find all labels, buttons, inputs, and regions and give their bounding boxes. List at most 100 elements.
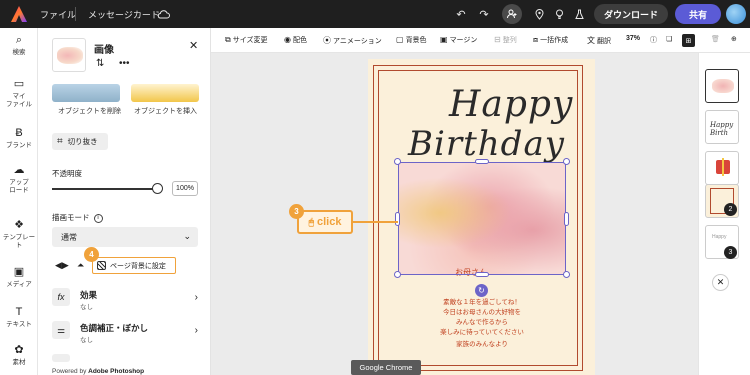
resize-handle-right[interactable] — [564, 212, 569, 226]
selection-box[interactable] — [398, 162, 566, 275]
page-thumbnail-3[interactable] — [705, 151, 739, 185]
message-line[interactable]: 素敵な１年を過ごしてね！ — [398, 296, 566, 306]
rail-item-media[interactable]: ▣ メディア — [0, 266, 38, 289]
opacity-slider-knob[interactable] — [152, 183, 163, 194]
margin-tool[interactable]: ▣ マージン — [440, 35, 477, 45]
layers-icon[interactable]: ❏ — [666, 35, 672, 43]
rail-item-templates[interactable]: ❖ テンプレート — [0, 219, 38, 250]
info-icon[interactable]: i — [93, 213, 103, 223]
rail-item-elements[interactable]: ✿ 素材 — [0, 344, 38, 367]
resize-handle-top[interactable] — [475, 159, 489, 164]
align-tool[interactable]: ⊟ 整列 — [494, 35, 517, 45]
share-button[interactable]: 共有 — [675, 4, 721, 24]
chevron-right-icon: › — [194, 325, 198, 336]
replace-image-icon[interactable]: ⇅ — [96, 58, 104, 69]
panel-title: 画像 — [94, 45, 114, 56]
close-icon[interactable]: ✕ — [712, 274, 729, 291]
elements-icon: ✿ — [14, 344, 24, 356]
image-thumbnail — [52, 38, 86, 72]
message-line[interactable]: 今日はお母さんの大好物を — [398, 306, 566, 316]
download-button[interactable]: ダウンロード — [594, 4, 668, 24]
page-thumbnail-1[interactable] — [705, 69, 739, 103]
rail-item-upload[interactable]: ☁ アップ ロード — [0, 164, 38, 195]
color-label: 配色 — [292, 37, 307, 44]
happy-heading[interactable]: Happy — [449, 84, 573, 125]
background-color-tool[interactable]: ▢ 背景色 — [396, 35, 427, 45]
more-row[interactable] — [52, 354, 198, 364]
resize-handle-bl[interactable] — [394, 271, 401, 278]
message-line[interactable]: みんなで作るから — [398, 316, 566, 326]
blend-mode-dropdown[interactable]: 通常 ⌄ — [52, 227, 198, 247]
file-menu[interactable]: ファイル — [40, 8, 76, 21]
chevron-down-icon: ⌄ — [183, 231, 191, 241]
cloud-sync-icon[interactable] — [155, 6, 171, 22]
bulk-create-tool[interactable]: ⧈ 一括作成 — [533, 35, 568, 45]
flip-vertical-icon[interactable]: ⏶ — [77, 260, 84, 271]
rail-item-label: アップ ロード — [9, 179, 29, 194]
close-icon[interactable]: ✕ — [189, 39, 198, 52]
zoom-level[interactable]: 37% — [626, 35, 640, 42]
insert-object-label[interactable]: オブジェクトを挿入 — [134, 106, 197, 116]
rail-item-text[interactable]: T テキスト — [0, 307, 38, 329]
lightbulb-icon[interactable] — [551, 6, 567, 22]
avatar[interactable] — [726, 4, 746, 24]
resize-handle-left[interactable] — [395, 212, 400, 226]
rail-item-brand[interactable]: Ƀ ブランド — [0, 128, 38, 150]
opacity-value-field[interactable]: 100% — [172, 181, 198, 196]
set-as-page-background-button[interactable]: ページ背景に設定 — [92, 257, 176, 274]
browser-tooltip: Google Chrome — [351, 360, 421, 375]
divider — [75, 7, 76, 21]
add-user-icon[interactable] — [502, 4, 522, 24]
delete-icon[interactable]: 🗑 — [711, 35, 720, 43]
effects-row[interactable]: fx 効果 なし › — [52, 288, 198, 314]
info-icon[interactable]: ⓘ — [650, 35, 657, 45]
blend-mode-text: 描画モード — [52, 213, 90, 222]
adjustments-subtitle: なし — [80, 337, 93, 344]
blend-mode-label: 描画モード i — [52, 212, 103, 223]
search-icon: ⌕ — [15, 34, 23, 46]
redo-icon[interactable]: ↷ — [476, 6, 492, 22]
color-tool[interactable]: ◉ 配色 — [284, 35, 307, 45]
rail-item-search[interactable]: ⌕ 検索 — [0, 34, 38, 57]
animation-tool[interactable]: ⦿ アニメーション — [323, 35, 382, 46]
resize-tool[interactable]: ⧉ サイズ変更 — [225, 35, 268, 45]
resize-handle-tl[interactable] — [394, 158, 401, 165]
background-color-label: 背景色 — [405, 37, 427, 44]
resize-label: サイズ変更 — [232, 37, 268, 44]
adobe-express-logo[interactable] — [10, 5, 28, 23]
rail-item-label: ブランド — [6, 142, 32, 149]
adjustments-row[interactable]: ⚌ 色調補正・ぼかし なし › — [52, 321, 198, 347]
template-icon: ❖ — [14, 219, 24, 231]
resize-handle-br[interactable] — [563, 271, 570, 278]
chevron-right-icon: › — [194, 292, 198, 303]
resize-handle-bottom[interactable] — [475, 272, 489, 277]
insert-object-preview[interactable] — [131, 84, 199, 102]
more-options-icon[interactable]: ••• — [119, 58, 130, 69]
undo-icon[interactable]: ↶ — [453, 6, 469, 22]
step-3-badge: 3 — [289, 204, 304, 219]
pages-panel: Happy Birth 2 Happy 3 — [698, 53, 750, 375]
translate-tool[interactable]: 文翻訳 — [587, 35, 611, 46]
opacity-slider-track[interactable] — [52, 188, 158, 190]
document-title[interactable]: メッセージカード — [88, 8, 160, 21]
media-icon: ▣ — [13, 266, 25, 278]
crop-button[interactable]: ⌗ 切り抜き — [52, 133, 108, 150]
rail-item-my-files[interactable]: ▭ マイ ファイル — [0, 79, 38, 109]
rail-item-label: テンプレート — [2, 234, 36, 249]
message-signature[interactable]: 家族のみんなより — [398, 338, 566, 348]
upload-icon: ☁ — [13, 164, 25, 176]
page-thumbnail-2[interactable]: Happy Birth — [705, 110, 739, 144]
remove-object-preview[interactable] — [52, 84, 120, 102]
crop-icon: ⌗ — [57, 136, 63, 147]
bulk-create-label: 一括作成 — [540, 37, 569, 44]
flask-icon[interactable] — [571, 6, 587, 22]
remove-object-label[interactable]: オブジェクトを削除 — [58, 106, 121, 116]
location-pin-icon[interactable] — [531, 6, 547, 22]
layout-grid-icon[interactable]: ⊞ — [682, 34, 695, 47]
message-line[interactable]: 楽しみに待っていてください — [398, 326, 566, 336]
resize-handle-tr[interactable] — [563, 158, 570, 165]
crop-label: 切り抜き — [67, 137, 98, 146]
add-page-icon[interactable]: ⊕ — [731, 35, 737, 43]
birthday-heading[interactable]: Birthday — [408, 124, 565, 164]
flip-horizontal-icon[interactable]: ◀▶ — [55, 260, 69, 271]
